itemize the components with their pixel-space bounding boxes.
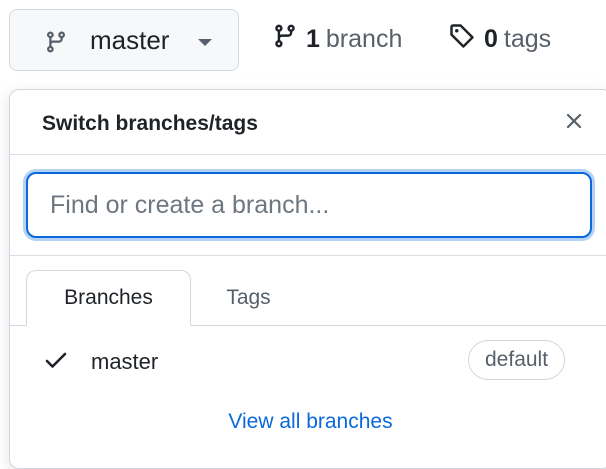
branch-switcher-dropdown: Switch branches/tags Branches Tags maste… [9, 89, 606, 469]
branches-count-label: branch [325, 24, 403, 53]
divider [10, 255, 606, 256]
branch-select-label: master [90, 25, 170, 55]
tags-count: 0 [484, 24, 498, 53]
git-branch-icon [272, 22, 298, 57]
dropdown-header: Switch branches/tags [10, 90, 606, 155]
branches-count-link[interactable]: 1 branch [272, 22, 402, 56]
branches-count: 1 [306, 24, 320, 53]
branch-select-button[interactable]: master [9, 9, 239, 71]
branch-list-item[interactable]: master default [10, 338, 606, 384]
branch-filter-input[interactable] [26, 172, 592, 238]
close-icon[interactable] [562, 109, 586, 133]
tags-count-label: tags [503, 24, 552, 53]
caret-down-icon [198, 39, 212, 46]
tag-icon [448, 22, 476, 57]
filter-field-wrapper [26, 172, 592, 238]
dropdown-tabs: Branches Tags [10, 270, 606, 326]
tab-tags[interactable]: Tags [190, 270, 307, 325]
branch-name: master [91, 349, 159, 374]
default-badge: default [468, 340, 566, 380]
check-icon [44, 348, 68, 377]
tags-count-link[interactable]: 0 tags [448, 22, 551, 56]
git-branch-icon [44, 29, 68, 60]
tab-branches[interactable]: Branches [26, 270, 191, 326]
view-all-branches-link[interactable]: View all branches [10, 410, 606, 434]
dropdown-title: Switch branches/tags [42, 112, 258, 135]
